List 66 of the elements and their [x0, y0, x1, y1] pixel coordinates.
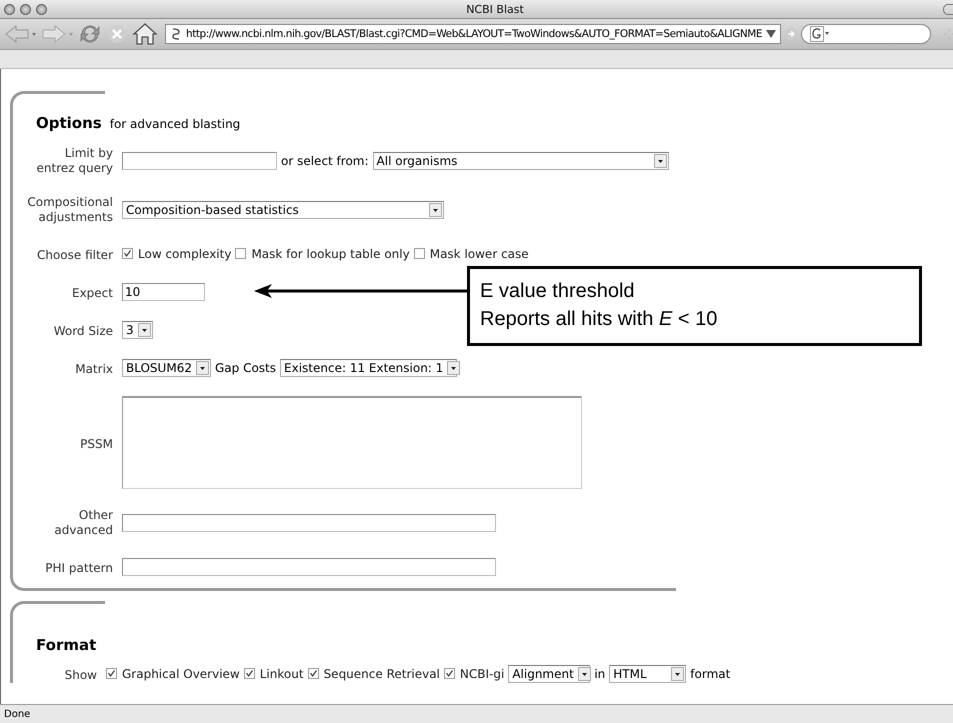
section-subheading: for advanced blasting: [110, 117, 240, 131]
checkbox[interactable]: [244, 668, 255, 679]
loading-spinner-icon: [942, 26, 953, 42]
caret-icon: [671, 666, 684, 680]
dropdown-caret-icon[interactable]: [766, 30, 776, 38]
reload-icon[interactable]: [78, 23, 102, 45]
input-field[interactable]: [122, 152, 277, 170]
field-label: PHI pattern: [45, 561, 113, 576]
dropdown[interactable]: Composition-based statistics: [122, 201, 444, 219]
search-engine-icon[interactable]: [810, 26, 830, 42]
checkbox-label[interactable]: Graphical Overview: [122, 666, 240, 680]
caret-icon: [654, 154, 667, 168]
dropdown[interactable]: 3: [122, 320, 153, 338]
checkbox-label[interactable]: Sequence Retrieval: [324, 666, 440, 680]
back-arrow-icon[interactable]: [4, 23, 38, 45]
caret-icon: [578, 666, 591, 680]
field-label: Limit by entrez query: [36, 146, 113, 176]
checkbox[interactable]: [122, 248, 133, 259]
checkbox-label[interactable]: Linkout: [260, 666, 304, 680]
input-field[interactable]: 10: [122, 282, 205, 300]
inline-label: format: [690, 666, 730, 680]
text-area[interactable]: [122, 396, 582, 489]
address-field[interactable]: http://www.ncbi.nlm.nih.gov/BLAST/Blast.cgi?CMD=Web&LAYOUT=TwoWindows&AUTO_FORMAT=Semiauto&ALIGNME: [165, 24, 782, 44]
dropdown[interactable]: Alignment: [508, 664, 590, 682]
field-label: Matrix: [75, 362, 113, 377]
dropdown[interactable]: HTML: [609, 664, 686, 682]
checkbox-label[interactable]: Mask lower case: [430, 246, 529, 260]
status-text: Done: [4, 708, 30, 720]
page-icon: [170, 27, 182, 41]
field-label: PSSM: [80, 437, 113, 452]
field-label: Expect: [72, 286, 113, 301]
field-label: Show: [64, 668, 97, 683]
close-window-button[interactable]: [4, 4, 15, 14]
dropdown[interactable]: All organisms: [372, 152, 669, 170]
section-heading: Format: [36, 636, 96, 654]
checkbox-label[interactable]: NCBI-gi: [460, 666, 504, 680]
inline-label: in: [594, 666, 606, 680]
input-field[interactable]: [122, 558, 496, 576]
field-label: Compositional adjustments: [27, 195, 113, 225]
section-heading: Options: [36, 114, 102, 132]
dropdown[interactable]: BLOSUM62: [122, 358, 211, 376]
caret-icon: [196, 360, 209, 374]
search-field[interactable]: [801, 24, 932, 44]
caret-icon: [429, 203, 442, 217]
checkbox[interactable]: [106, 668, 117, 679]
field-label: Choose filter: [36, 248, 113, 263]
checkbox[interactable]: [308, 668, 319, 679]
checkbox[interactable]: [414, 248, 425, 259]
checkbox-label[interactable]: Low complexity: [138, 246, 232, 260]
inline-label: Gap Costs: [215, 360, 276, 374]
caret-icon: [447, 360, 460, 374]
caret-icon: [138, 322, 151, 336]
annotation-text: E value threshold: [480, 279, 636, 304]
checkbox[interactable]: [235, 248, 246, 259]
annotation-text: Reports all hits with E < 10: [480, 307, 718, 332]
zoom-window-button[interactable]: [36, 4, 47, 14]
field-label: Other advanced: [54, 508, 113, 538]
minimize-window-button[interactable]: [20, 4, 31, 14]
dropdown[interactable]: Existence: 11 Extension: 1: [280, 358, 458, 376]
input-field[interactable]: [122, 514, 496, 532]
home-icon[interactable]: [132, 22, 158, 46]
checkbox[interactable]: [444, 668, 455, 679]
field-label: Word Size: [54, 324, 113, 339]
inline-label: or select from:: [281, 154, 369, 168]
window-title: NCBI Blast: [465, 2, 525, 16]
checkbox-label[interactable]: Mask for lookup table only: [251, 246, 410, 260]
